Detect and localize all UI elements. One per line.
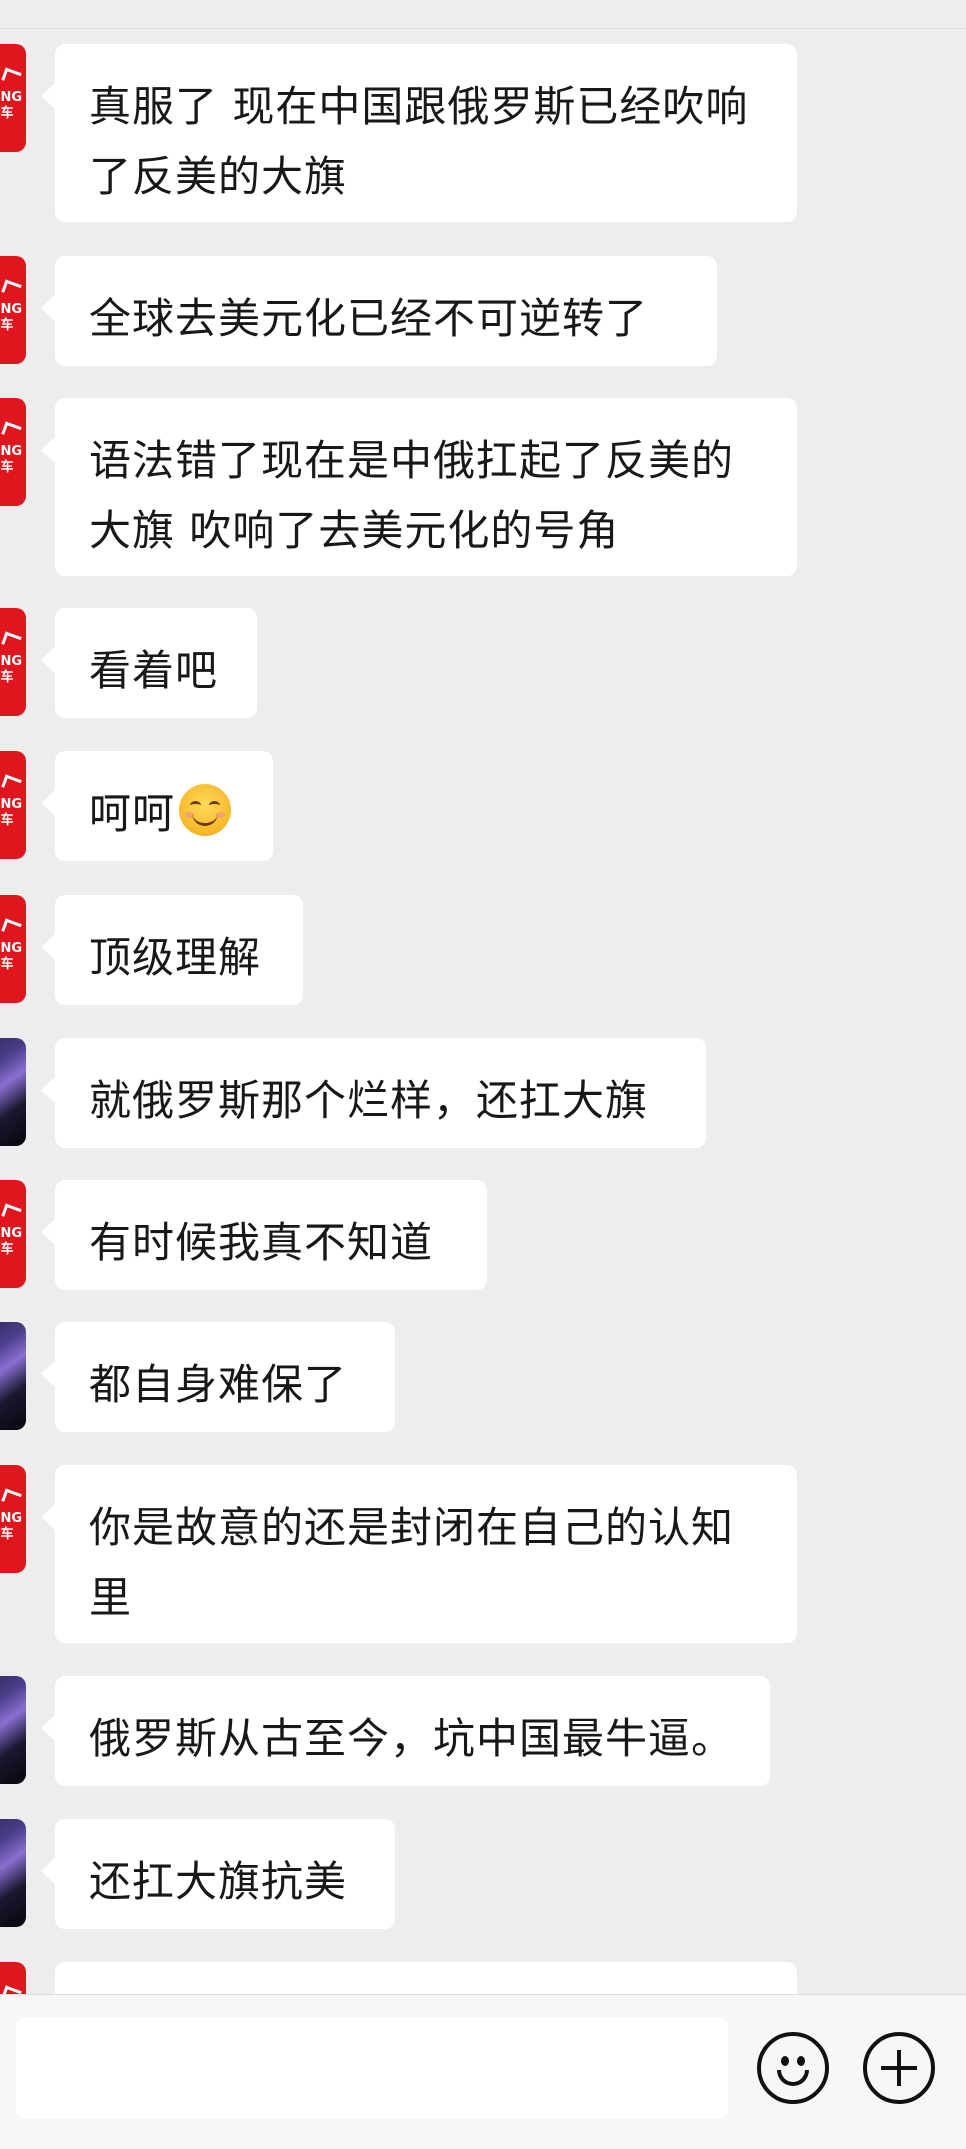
logo-mark-icon	[1, 774, 22, 793]
message-bubble[interactable]: 真服了 现在中国跟俄罗斯已经吹响了反美的大旗	[41, 44, 797, 222]
avatar[interactable]	[0, 1322, 26, 1430]
message-bubble[interactable]: 都自身难保了	[41, 1322, 395, 1432]
message-bubble[interactable]: 呵呵	[41, 751, 273, 861]
message-input[interactable]	[16, 2017, 728, 2119]
message-text: 俄罗斯从古至今，坑中国最牛逼。	[89, 1714, 735, 1763]
message-text: 有时候我真不知道	[89, 1218, 434, 1267]
avatar[interactable]: NG 车	[0, 895, 26, 1003]
message-bubble[interactable]: 俄罗斯从古至今，坑中国最牛逼。	[41, 1676, 770, 1786]
message-text: 就俄罗斯那个烂样，还扛大旗	[89, 1076, 649, 1125]
avatar[interactable]: NG 车	[0, 256, 26, 364]
avatar[interactable]: NG 车	[0, 608, 26, 716]
avatar[interactable]	[0, 1038, 26, 1146]
message-text: 看着吧	[89, 646, 219, 695]
logo-mark-icon	[1, 67, 22, 86]
message-bubble[interactable]: 你是故意的还是封闭在自己的认知里	[41, 1465, 797, 1643]
message-text: 全球去美元化已经不可逆转了	[89, 294, 649, 343]
message-text: 呵呵	[89, 779, 239, 849]
logo-mark-icon	[1, 421, 22, 440]
message-bubble[interactable]: 有时候我真不知道	[41, 1180, 487, 1290]
input-bar	[0, 1994, 966, 2149]
avatar[interactable]: NG 车	[0, 398, 26, 506]
message-text: 语法错了现在是中俄扛起了反美的大旗 吹响了去美元化的号角	[89, 436, 735, 555]
message-text: 顶级理解	[89, 933, 262, 982]
logo-mark-icon	[1, 631, 22, 650]
avatar[interactable]: NG 车	[0, 44, 26, 152]
message-text: 都自身难保了	[89, 1360, 348, 1409]
message-bubble[interactable]: 就俄罗斯那个烂样，还扛大旗	[41, 1038, 706, 1148]
logo-mark-icon	[1, 1203, 22, 1222]
avatar[interactable]: NG 车	[0, 1465, 26, 1573]
logo-mark-icon	[1, 918, 22, 937]
top-divider	[0, 0, 966, 29]
message-text: 真服了 现在中国跟俄罗斯已经吹响了反美的大旗	[89, 82, 749, 201]
message-bubble[interactable]: 语法错了现在是中俄扛起了反美的大旗 吹响了去美元化的号角	[41, 398, 797, 576]
smiling-face-emoji-icon	[179, 784, 232, 836]
message-bubble[interactable]: 全球去美元化已经不可逆转了	[41, 256, 717, 366]
message-bubble[interactable]: 还扛大旗抗美	[41, 1819, 395, 1929]
logo-mark-icon	[1, 1488, 22, 1507]
avatar[interactable]: NG 车	[0, 1180, 26, 1288]
plus-circle-icon[interactable]	[863, 2032, 935, 2104]
avatar[interactable]	[0, 1676, 26, 1784]
message-text: 还扛大旗抗美	[89, 1857, 348, 1906]
emoji-face-icon[interactable]	[757, 2032, 829, 2104]
avatar[interactable]: NG 车	[0, 751, 26, 859]
message-text: 你是故意的还是封闭在自己的认知里	[89, 1503, 735, 1622]
message-bubble[interactable]: 看着吧	[41, 608, 257, 718]
message-bubble[interactable]: 顶级理解	[41, 895, 303, 1005]
logo-mark-icon	[1, 279, 22, 298]
avatar[interactable]	[0, 1819, 26, 1927]
